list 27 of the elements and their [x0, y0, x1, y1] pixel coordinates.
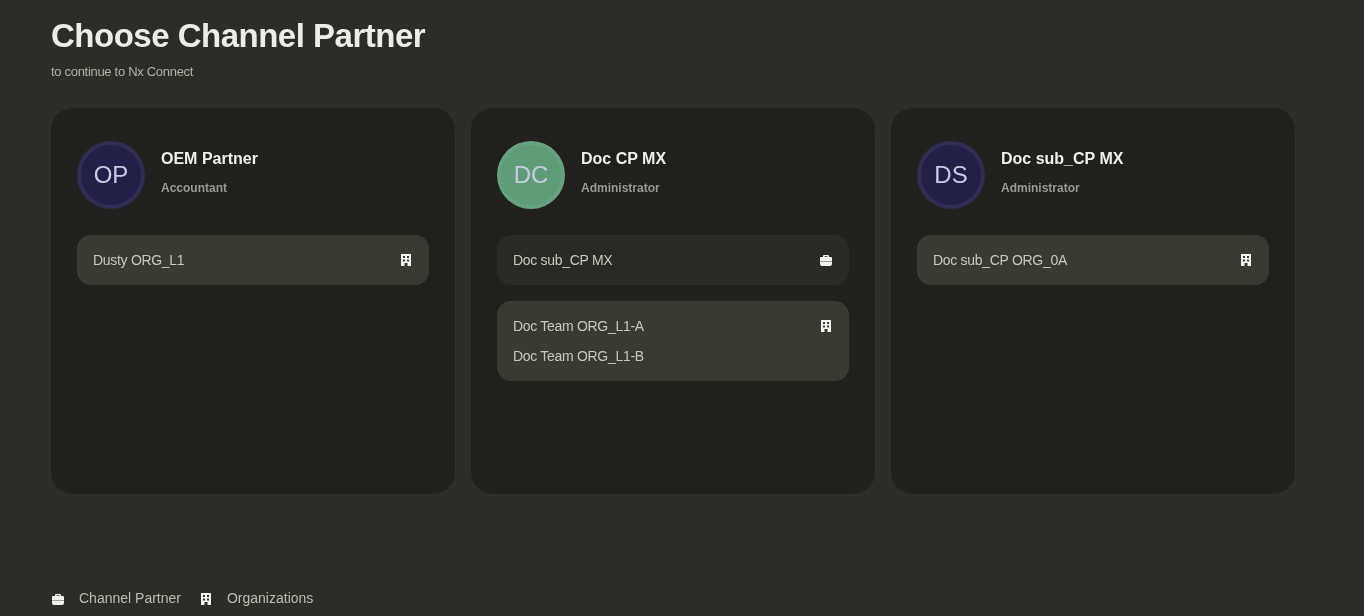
legend-label: Organizations [226, 589, 314, 608]
building-icon [399, 252, 413, 267]
partner-name: Doc sub_CP MX [1001, 148, 1124, 169]
legend-label: Channel Partner [79, 589, 181, 608]
list-item[interactable]: Doc Team ORG_L1-A [513, 314, 644, 337]
page-title: Choose Channel Partner [51, 16, 427, 56]
page-subtitle: to continue to Nx Connect [51, 63, 195, 81]
partner-card[interactable]: OP OEM Partner Accountant Dusty ORG_L1 [51, 107, 455, 494]
partner-role: Administrator [581, 179, 661, 197]
list-item[interactable]: Doc sub_CP ORG_0A [933, 248, 1067, 271]
building-icon [1239, 252, 1253, 267]
building-icon [819, 318, 833, 333]
partner-card[interactable]: DC Doc CP MX Administrator Doc sub_CP MX Doc Team ORG_L1-A Doc Team ORG_L1-B [471, 107, 875, 494]
briefcase-icon [819, 252, 833, 267]
avatar: DC [497, 140, 565, 209]
list-item[interactable]: Doc sub_CP MX [513, 248, 613, 271]
partner-name: Doc CP MX [581, 148, 667, 169]
list-item[interactable]: Doc Team ORG_L1-B [513, 344, 644, 367]
briefcase-icon [51, 591, 65, 606]
list-item[interactable]: Dusty ORG_L1 [93, 248, 185, 271]
partner-role: Administrator [1001, 179, 1081, 197]
building-icon [198, 591, 213, 606]
partner-card[interactable]: DS Doc sub_CP MX Administrator Doc sub_CP ORG_0A [891, 107, 1295, 494]
avatar: DS [917, 140, 985, 209]
partner-role: Accountant [161, 179, 228, 197]
partner-name: OEM Partner [161, 148, 258, 169]
avatar: OP [77, 140, 145, 209]
